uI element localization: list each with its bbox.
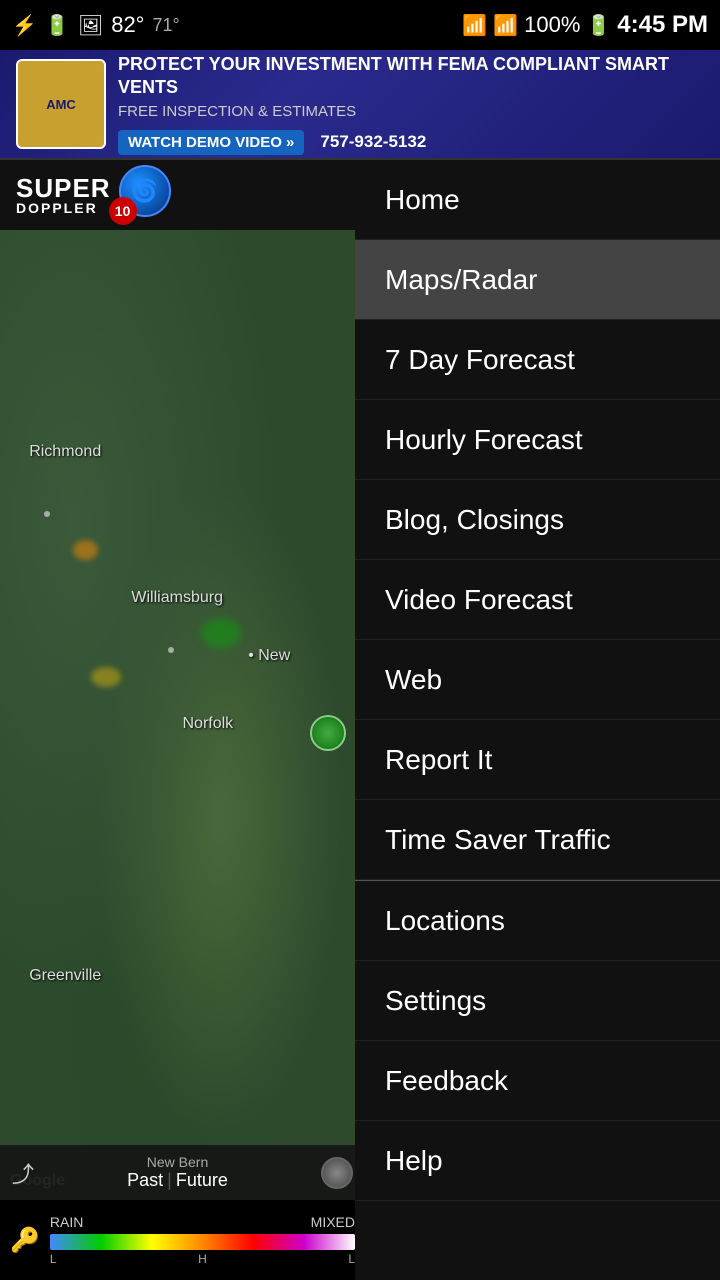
map-label-new: • New: [248, 647, 290, 665]
menu-item-settings[interactable]: Settings: [355, 961, 720, 1041]
legend-low-2: L: [348, 1252, 355, 1266]
key-icon: 🔑: [10, 1226, 40, 1255]
mixed-label: MIXED: [311, 1214, 355, 1230]
williamsburg-dot: [168, 647, 174, 653]
ad-logo: AMC: [16, 59, 106, 149]
menu-item-hourly-forecast[interactable]: Hourly Forecast: [355, 400, 720, 480]
clock: 4:45 PM: [617, 11, 708, 39]
ad-sub: FREE INSPECTION & ESTIMATES: [118, 103, 704, 120]
image-icon: 🖼: [78, 13, 103, 38]
signal-icon: 📶: [493, 13, 518, 38]
menu-item-7-day-forecast[interactable]: 7 Day Forecast: [355, 320, 720, 400]
timeline-bar: ⤴ New Bern Past | Future: [0, 1145, 365, 1200]
ad-cta-button[interactable]: WATCH DEMO VIDEO »: [118, 130, 304, 155]
menu-item-home[interactable]: Home: [355, 160, 720, 240]
map-label-norfolk: Norfolk: [183, 715, 234, 733]
radar-blob-3: [91, 667, 121, 687]
menu-item-feedback[interactable]: Feedback: [355, 1041, 720, 1121]
ad-banner[interactable]: AMC PROTECT YOUR INVESTMENT WITH FEMA CO…: [0, 50, 720, 160]
ad-headline: PROTECT YOUR INVESTMENT WITH FEMA COMPLI…: [118, 53, 704, 100]
app-logo: SUPER DOPPLER 🌀 10: [16, 165, 171, 225]
timeline-controls: Past | Future: [127, 1170, 228, 1191]
rain-label: RAIN: [50, 1214, 83, 1230]
battery-level-icon: 🔋: [45, 13, 70, 38]
radar-blob-2: [73, 540, 98, 560]
timeline-city: New Bern: [147, 1154, 208, 1170]
wifi-icon: 📶: [462, 13, 487, 38]
status-right-icons: 📶 📶 100% 🔋 4:45 PM: [462, 11, 708, 39]
battery-icon: 🔋: [586, 13, 611, 38]
legend-low-1: L: [50, 1252, 57, 1266]
map-background: Richmond Williamsburg • New Norfolk Gree…: [0, 230, 365, 1200]
ad-text: PROTECT YOUR INVESTMENT WITH FEMA COMPLI…: [106, 53, 704, 156]
logo-super: SUPER: [16, 175, 111, 201]
menu-item-blog-closings[interactable]: Blog, Closings: [355, 480, 720, 560]
menu-item-time-saver-traffic[interactable]: Time Saver Traffic: [355, 800, 720, 880]
menu-item-maps-radar[interactable]: Maps/Radar: [355, 240, 720, 320]
status-left-icons: ⚡ 🔋 🖼 82° 71°: [12, 12, 180, 38]
share-icon[interactable]: ⤴: [12, 1157, 34, 1189]
map-area[interactable]: Richmond Williamsburg • New Norfolk Gree…: [0, 230, 365, 1200]
menu-item-help[interactable]: Help: [355, 1121, 720, 1201]
norfolk-marker: [310, 715, 346, 751]
battery-percent: 100%: [524, 12, 580, 38]
map-label-williamsburg: Williamsburg: [131, 589, 223, 607]
menu-item-video-forecast[interactable]: Video Forecast: [355, 560, 720, 640]
legend-high: H: [198, 1252, 207, 1266]
map-label-richmond: Richmond: [29, 443, 101, 461]
menu-item-web[interactable]: Web: [355, 640, 720, 720]
radar-blob-1: [201, 618, 241, 648]
map-label-greenville: Greenville: [29, 967, 101, 985]
legend: RAIN MIXED L H L: [50, 1214, 355, 1266]
richmond-dot: [44, 511, 50, 517]
timeline-divider: |: [167, 1170, 172, 1191]
status-bar: ⚡ 🔋 🖼 82° 71° 📶 📶 100% 🔋 4:45 PM: [0, 0, 720, 50]
temperature-high: 82°: [111, 12, 144, 38]
menu-item-report-it[interactable]: Report It: [355, 720, 720, 800]
bottom-bar: 🔑 RAIN MIXED L H L: [0, 1200, 365, 1280]
ad-phone: 757-932-5132: [320, 132, 426, 152]
past-button[interactable]: Past: [127, 1170, 163, 1191]
legend-color-bar: [50, 1234, 355, 1250]
temperature-low: 71°: [152, 15, 179, 36]
future-button[interactable]: Future: [176, 1170, 228, 1191]
logo-doppler: DOPPLER: [16, 201, 111, 215]
menu-overlay: Home Maps/Radar 7 Day Forecast Hourly Fo…: [355, 160, 720, 1280]
menu-item-locations[interactable]: Locations: [355, 881, 720, 961]
usb-icon: ⚡: [12, 13, 37, 38]
timeline-toggle[interactable]: [321, 1157, 353, 1189]
